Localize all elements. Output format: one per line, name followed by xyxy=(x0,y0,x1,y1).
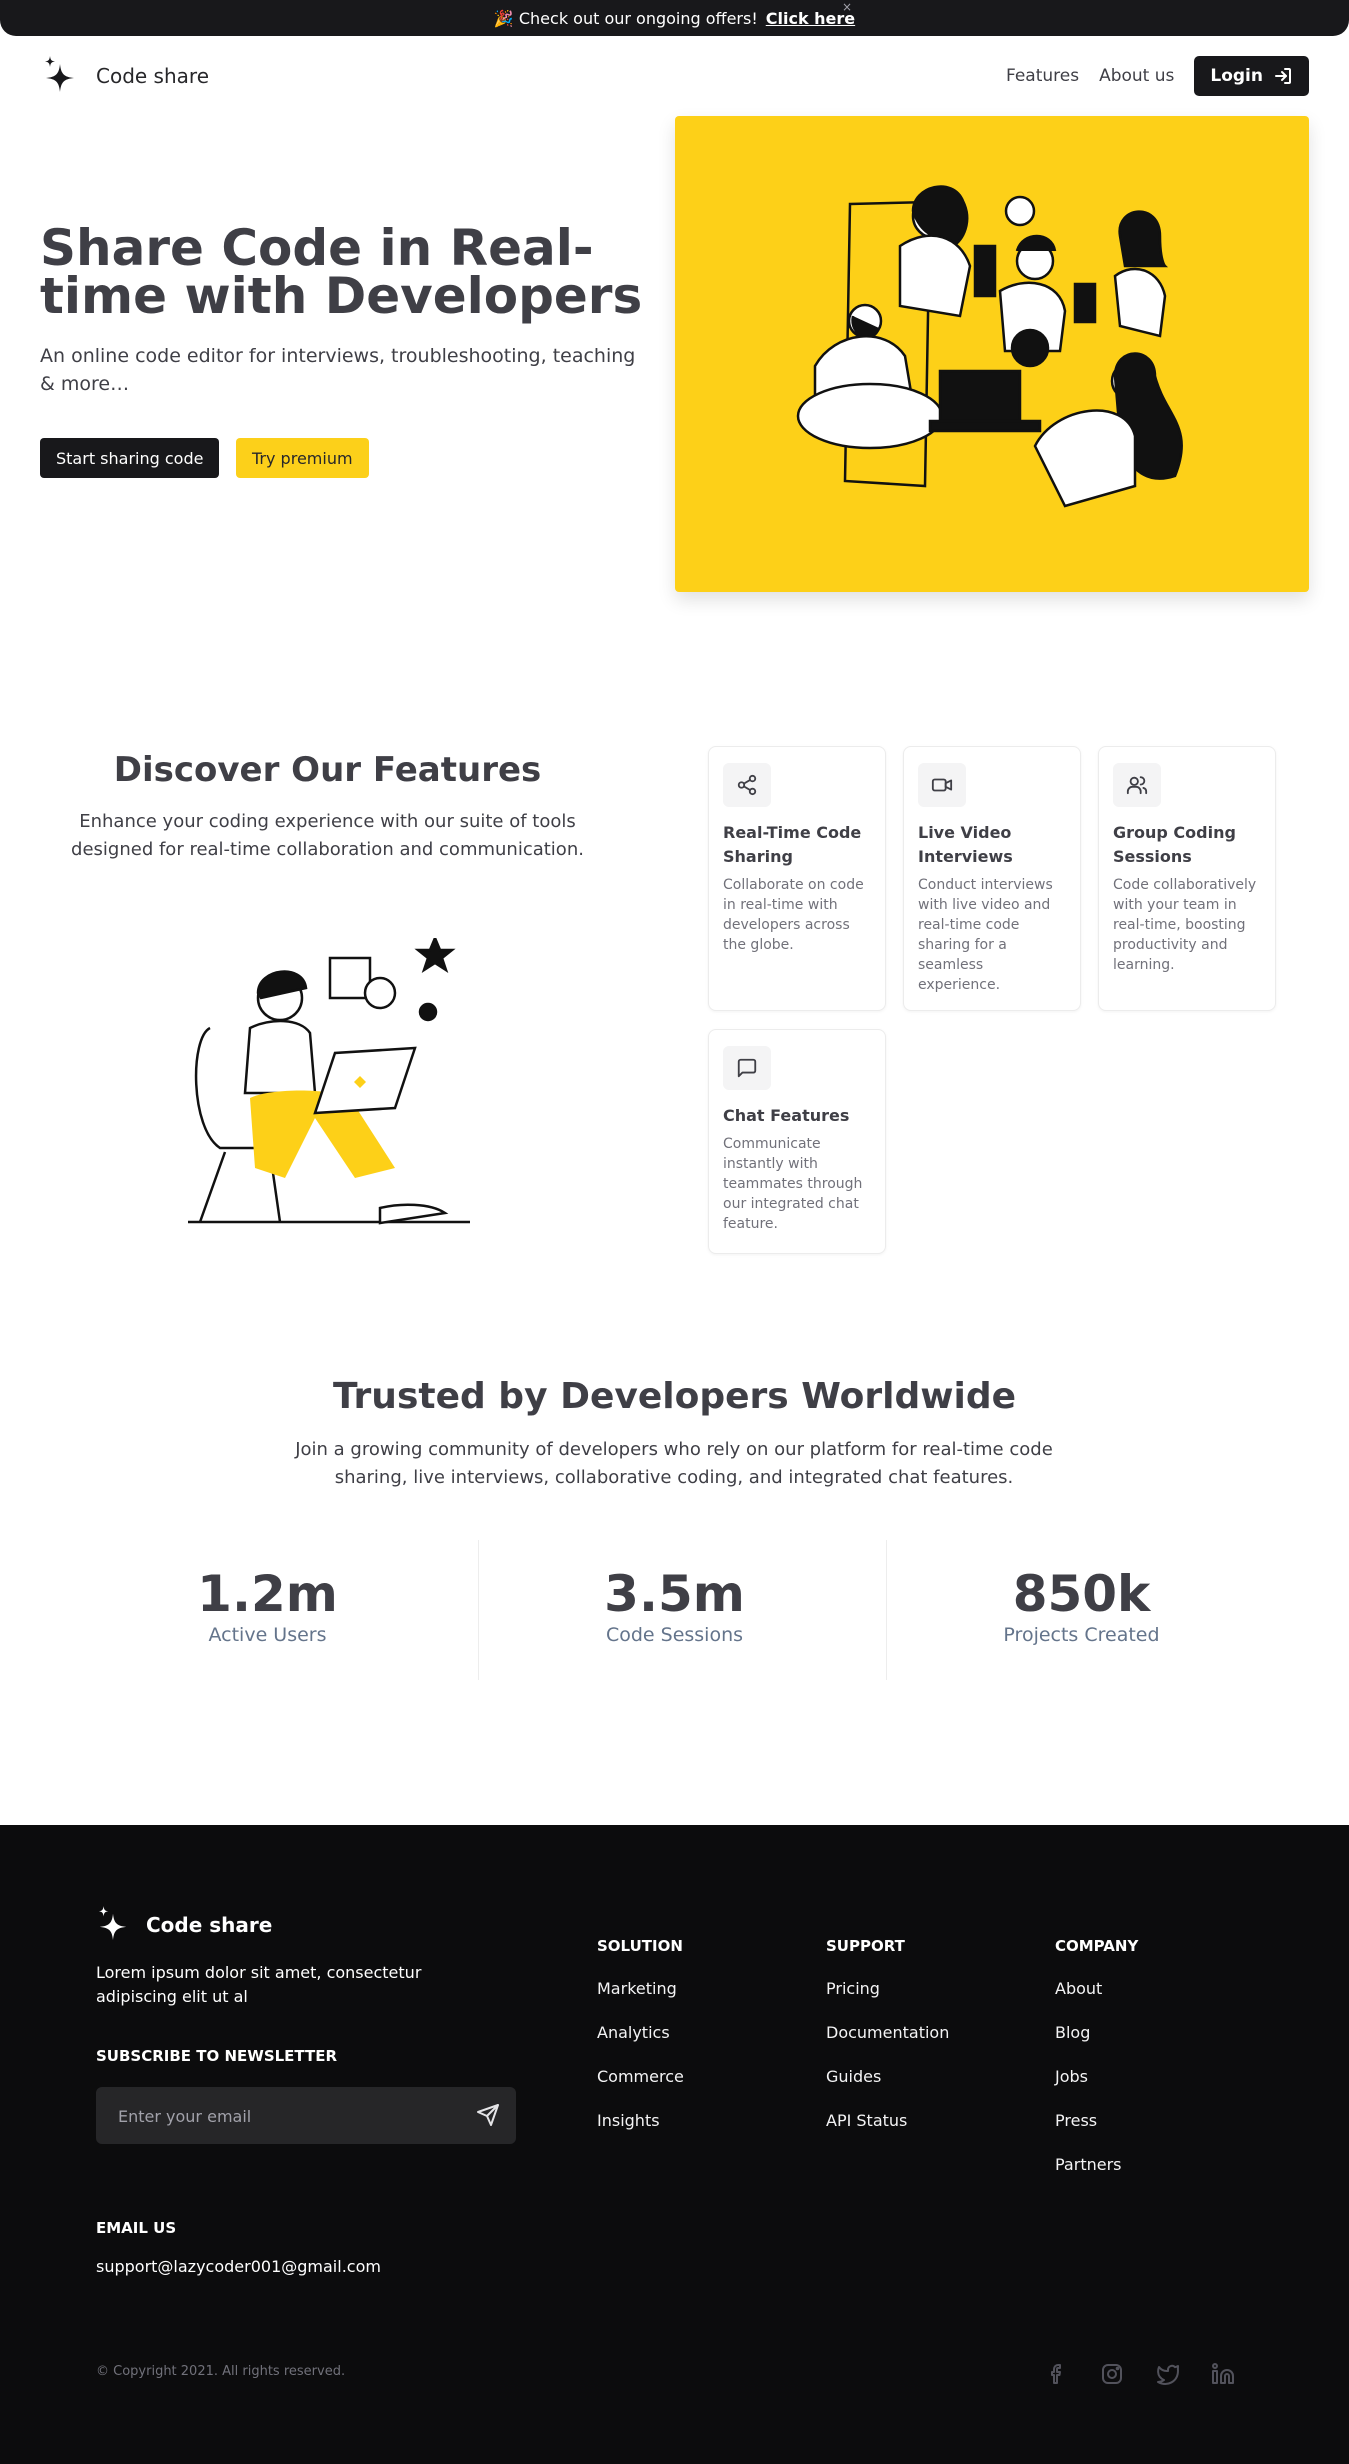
hero-title: Share Code in Real-time with Developers xyxy=(40,219,643,325)
feature-description: Communicate instantly with teammates thr… xyxy=(723,1136,863,1232)
footer-link[interactable]: Insights xyxy=(597,2111,660,2130)
footer-link[interactable]: Partners xyxy=(1055,2155,1121,2174)
site-footer: Code share Lorem ipsum dolor sit amet, c… xyxy=(0,1825,1349,2464)
twitter-icon[interactable] xyxy=(1156,2362,1180,2386)
footer-column-heading: COMPANY xyxy=(1055,1937,1139,1955)
video-icon xyxy=(918,763,966,807)
banner-message: 🎉 Check out our ongoing offers! xyxy=(493,8,758,28)
feature-card-realtime[interactable]: Real-Time Code Sharing Collaborate on co… xyxy=(708,746,886,1011)
stat-projects-created: 850k Projects Created xyxy=(879,1540,1284,1680)
stat-code-sessions: 3.5m Code Sessions xyxy=(472,1540,877,1680)
login-label: Login xyxy=(1210,66,1263,86)
nav-about-us[interactable]: About us xyxy=(1099,66,1174,86)
feature-description: Collaborate on code in real-time with de… xyxy=(723,877,864,953)
footer-link[interactable]: Press xyxy=(1055,2111,1097,2130)
hero-illustration xyxy=(675,116,1309,592)
stat-active-users: 1.2m Active Users xyxy=(65,1540,470,1680)
copyright: © Copyright 2021. All rights reserved. xyxy=(96,2364,346,2379)
hero-subtitle: An online code editor for interviews, tr… xyxy=(40,345,636,395)
footer-column-heading: SUPPORT xyxy=(826,1937,905,1955)
banner-close-icon[interactable]: × xyxy=(842,0,852,14)
support-email[interactable]: support@lazycoder001@gmail.com xyxy=(96,2257,381,2276)
footer-link[interactable]: Guides xyxy=(826,2067,881,2086)
users-icon xyxy=(1113,763,1161,807)
footer-link[interactable]: Jobs xyxy=(1055,2067,1088,2086)
feature-card-chat[interactable]: Chat Features Communicate instantly with… xyxy=(708,1029,886,1254)
feature-title: Chat Features xyxy=(723,1106,850,1125)
feature-title: Group Coding Sessions xyxy=(1113,823,1236,866)
newsletter-heading: SUBSCRIBE TO NEWSLETTER xyxy=(96,2047,338,2065)
chat-icon xyxy=(723,1046,771,1090)
try-premium-button[interactable]: Try premium xyxy=(236,438,369,478)
footer-link[interactable]: Pricing xyxy=(826,1979,880,1998)
developers-illustration xyxy=(796,185,1183,508)
sparkle-logo-icon xyxy=(98,1906,127,1941)
footer-link[interactable]: About xyxy=(1055,1979,1102,1998)
developer-laptop-illustration xyxy=(180,934,480,1232)
stat-label: Projects Created xyxy=(1003,1624,1160,1646)
instagram-icon[interactable] xyxy=(1100,2362,1124,2386)
stat-label: Active Users xyxy=(208,1624,327,1646)
feature-title: Real-Time Code Sharing xyxy=(723,823,862,866)
start-sharing-button[interactable]: Start sharing code xyxy=(40,438,220,478)
email-heading: EMAIL US xyxy=(96,2219,177,2237)
logo[interactable]: Code share xyxy=(42,56,209,96)
stat-label: Code Sessions xyxy=(605,1624,744,1646)
trusted-title: Trusted by Developers Worldwide xyxy=(332,1376,1017,1417)
feature-title: Live Video Interviews xyxy=(918,823,1013,866)
footer-link[interactable]: Blog xyxy=(1055,2023,1090,2042)
footer-link[interactable]: Analytics xyxy=(597,2023,670,2042)
login-arrow-icon xyxy=(1275,68,1291,84)
feature-card-video[interactable]: Live Video Interviews Conduct interviews… xyxy=(903,746,1081,1011)
brand-name: Code share xyxy=(96,64,209,88)
stat-value: 850k xyxy=(1012,1565,1151,1623)
site-header: Code share Features About us Login xyxy=(0,36,1349,116)
footer-description: Lorem ipsum dolor sit amet, consectetur … xyxy=(96,1963,422,2006)
footer-link[interactable]: Marketing xyxy=(597,1979,677,1998)
linkedin-icon[interactable] xyxy=(1211,2362,1235,2386)
stat-value: 1.2m xyxy=(197,1565,338,1623)
newsletter-email-input[interactable] xyxy=(118,2103,438,2129)
footer-logo[interactable]: Code share xyxy=(96,1905,272,1945)
feature-description: Code collaboratively with your team in r… xyxy=(1113,877,1257,973)
footer-link[interactable]: Documentation xyxy=(826,2023,949,2042)
features-title: Discover Our Features xyxy=(113,750,542,790)
newsletter-form xyxy=(96,2087,516,2144)
trusted-subtitle: Join a growing community of developers w… xyxy=(295,1439,1053,1488)
footer-link[interactable]: Commerce xyxy=(597,2067,684,2086)
main-nav: Features About us Login xyxy=(1006,56,1309,96)
features-subtitle: Enhance your coding experience with our … xyxy=(71,811,584,860)
facebook-icon[interactable] xyxy=(1045,2362,1069,2386)
feature-card-group[interactable]: Group Coding Sessions Code collaborative… xyxy=(1098,746,1276,1011)
send-icon[interactable] xyxy=(476,2103,500,2127)
stat-value: 3.5m xyxy=(604,1565,745,1623)
nav-features[interactable]: Features xyxy=(1006,66,1079,86)
share-icon xyxy=(723,763,771,807)
sparkle-logo-icon xyxy=(45,56,74,92)
footer-link[interactable]: API Status xyxy=(826,2111,907,2130)
footer-brand-name: Code share xyxy=(146,1913,273,1937)
feature-description: Conduct interviews with live video and r… xyxy=(918,877,1053,993)
footer-column-heading: SOLUTION xyxy=(597,1937,683,1955)
login-button[interactable]: Login xyxy=(1194,56,1309,96)
offer-banner: 🎉 Check out our ongoing offers! Click he… xyxy=(0,0,1349,36)
